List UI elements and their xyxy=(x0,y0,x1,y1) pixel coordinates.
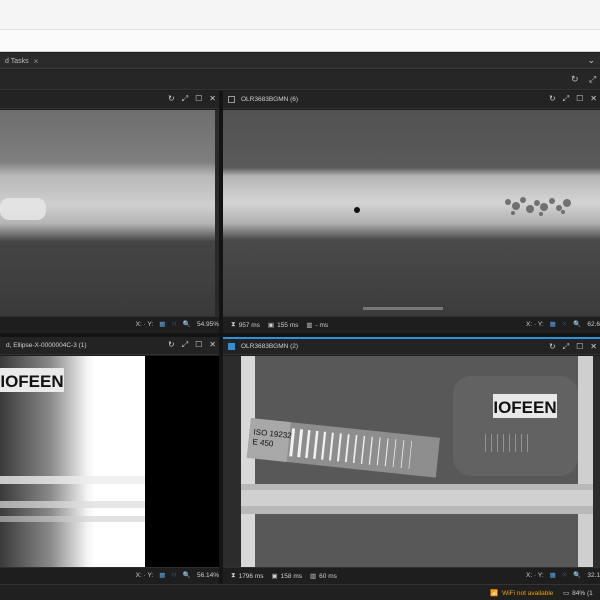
dots-grid-icon[interactable]: ⁙ xyxy=(562,571,567,579)
panel-header: OLR3683BGMN (2) ↻ ⤢ ☐ ✕ xyxy=(223,337,600,355)
panel-footer: ⧗ 957 ms ▣ 155 ms ▥ - ms X: · Y: ▦ ⁙ 🔍 6… xyxy=(223,316,600,333)
close-icon[interactable]: ✕ xyxy=(590,342,597,352)
fit-icon[interactable]: ⤢ xyxy=(589,74,596,85)
bar-chart-icon: ▥ xyxy=(306,322,313,329)
zoom-icon[interactable]: 🔍 xyxy=(573,320,581,328)
zoom-icon[interactable]: 🔍 xyxy=(183,320,191,328)
maximize-icon[interactable]: ☐ xyxy=(576,342,583,352)
grid-icon[interactable]: ▦ xyxy=(550,571,556,579)
zoom-level: 56.14% xyxy=(196,571,219,579)
fit-icon[interactable]: ⤢ xyxy=(182,340,188,350)
viewer-panel-top-right[interactable]: OLR3683BGMN (6) ↻ ⤢ ☐ ✕ ⧗ 957 ms ▣ 155 m… xyxy=(223,91,600,333)
panel-select-checkbox[interactable] xyxy=(228,96,235,103)
viewer-toolbar: ↻ ⤢ xyxy=(0,70,600,90)
close-icon[interactable]: ✕ xyxy=(590,94,597,104)
analysis-time: - ms xyxy=(315,321,329,329)
browser-secondary-bar xyxy=(0,30,600,52)
acquisition-time: 957 ms xyxy=(238,321,260,329)
panel-header: ↻ ⤢ ☐ ✕ xyxy=(0,91,219,109)
maximize-icon[interactable]: ☐ xyxy=(576,94,583,104)
maximize-icon[interactable]: ☐ xyxy=(195,340,202,350)
status-bar: 📶 WiFi not available ▭ 84% (1 xyxy=(0,584,600,600)
processing-time: 155 ms xyxy=(277,321,299,329)
panel-splitter-vertical[interactable] xyxy=(219,91,223,584)
panel-footer: X: · Y: ▦ ⁙ 🔍 56.14% xyxy=(0,567,219,584)
hourglass-icon: ⧗ xyxy=(231,321,236,328)
browser-top-bar xyxy=(0,0,600,30)
radiograph-image[interactable] xyxy=(223,110,600,316)
panel-footer: ⧗ 1796 ms ▣ 158 ms ▥ 60 ms X: · Y: ▦ ⁙ 🔍… xyxy=(223,567,600,584)
zoom-level: 54.95% xyxy=(196,320,219,328)
chevron-down-icon[interactable]: ⌄ xyxy=(587,55,595,66)
panel-select-checkbox[interactable] xyxy=(228,343,235,350)
refresh-icon[interactable]: ↻ xyxy=(549,94,556,104)
coordinates-readout: X: · Y: xyxy=(135,571,154,579)
acquisition-time: 1796 ms xyxy=(238,572,264,580)
coordinates-readout: X: · Y: xyxy=(135,320,154,328)
processing-time: 158 ms xyxy=(280,572,302,580)
tab-tasks[interactable]: d Tasks × xyxy=(0,55,43,68)
refresh-icon[interactable]: ↻ xyxy=(168,340,175,350)
radiograph-image[interactable] xyxy=(0,110,219,316)
zoom-level: 62.6 xyxy=(587,320,600,328)
dots-grid-icon[interactable]: ⁙ xyxy=(171,571,176,579)
image-marker-text: IOFEEN xyxy=(493,398,556,417)
dots-grid-icon[interactable]: ⁙ xyxy=(562,320,567,328)
panel-title: OLR3683BGMN (2) xyxy=(241,343,299,350)
image-icon: ▣ xyxy=(271,573,278,580)
wifi-status: WiFi not available xyxy=(502,589,554,597)
zoom-level: 32.1 xyxy=(587,571,600,579)
radiograph-image[interactable]: ISO 19232 E 450 IOFEEN xyxy=(223,356,600,567)
refresh-icon[interactable]: ↻ xyxy=(571,74,579,85)
analysis-time: 60 ms xyxy=(319,572,337,580)
panel-footer: X: · Y: ▦ ⁙ 🔍 54.95% xyxy=(0,316,219,333)
radiograph-image[interactable]: IOFEEN xyxy=(0,356,219,567)
dots-grid-icon[interactable]: ⁙ xyxy=(171,320,176,328)
fit-icon[interactable]: ⤢ xyxy=(182,94,188,104)
battery-status: 84% (1 xyxy=(572,589,593,597)
panel-splitter-horizontal[interactable] xyxy=(0,333,600,337)
panel-title: d, Ellipse-X-0000004C-3 (1) xyxy=(6,342,87,349)
grid-icon[interactable]: ▦ xyxy=(159,571,165,579)
tab-bar: d Tasks × ⌄ xyxy=(0,53,600,69)
viewer-panel-top-left[interactable]: ↻ ⤢ ☐ ✕ X: · Y: ▦ ⁙ 🔍 54.95% xyxy=(0,91,219,333)
viewer-panel-bottom-left[interactable]: d, Ellipse-X-0000004C-3 (1) ↻ ⤢ ☐ ✕ IOFE… xyxy=(0,337,219,584)
maximize-icon[interactable]: ☐ xyxy=(195,94,202,104)
close-icon[interactable]: ✕ xyxy=(209,94,216,104)
tab-label: d Tasks xyxy=(5,58,29,65)
close-icon[interactable]: ✕ xyxy=(209,340,216,350)
zoom-icon[interactable]: 🔍 xyxy=(183,571,191,579)
panel-header: OLR3683BGMN (6) ↻ ⤢ ☐ ✕ xyxy=(223,91,600,109)
hourglass-icon: ⧗ xyxy=(231,572,236,579)
panel-header: d, Ellipse-X-0000004C-3 (1) ↻ ⤢ ☐ ✕ xyxy=(0,337,219,355)
grid-icon[interactable]: ▦ xyxy=(159,320,165,328)
battery-icon[interactable]: ▭ xyxy=(563,589,569,597)
bar-chart-icon: ▥ xyxy=(310,573,317,580)
coordinates-readout: X: · Y: xyxy=(526,571,544,579)
image-marker-text: IOFEEN xyxy=(0,372,63,391)
refresh-icon[interactable]: ↻ xyxy=(168,94,175,104)
coordinates-readout: X: · Y: xyxy=(526,320,544,328)
wifi-icon[interactable]: 📶 xyxy=(490,589,498,597)
zoom-icon[interactable]: 🔍 xyxy=(573,571,581,579)
panel-title: OLR3683BGMN (6) xyxy=(241,96,299,103)
viewer-panel-bottom-right[interactable]: OLR3683BGMN (2) ↻ ⤢ ☐ ✕ ISO 19232 E 450 xyxy=(223,337,600,584)
image-icon: ▣ xyxy=(267,322,275,329)
refresh-icon[interactable]: ↻ xyxy=(549,342,556,352)
fit-icon[interactable]: ⤢ xyxy=(563,94,569,104)
fit-icon[interactable]: ⤢ xyxy=(563,342,569,352)
grid-icon[interactable]: ▦ xyxy=(550,320,556,328)
close-icon[interactable]: × xyxy=(34,57,39,66)
